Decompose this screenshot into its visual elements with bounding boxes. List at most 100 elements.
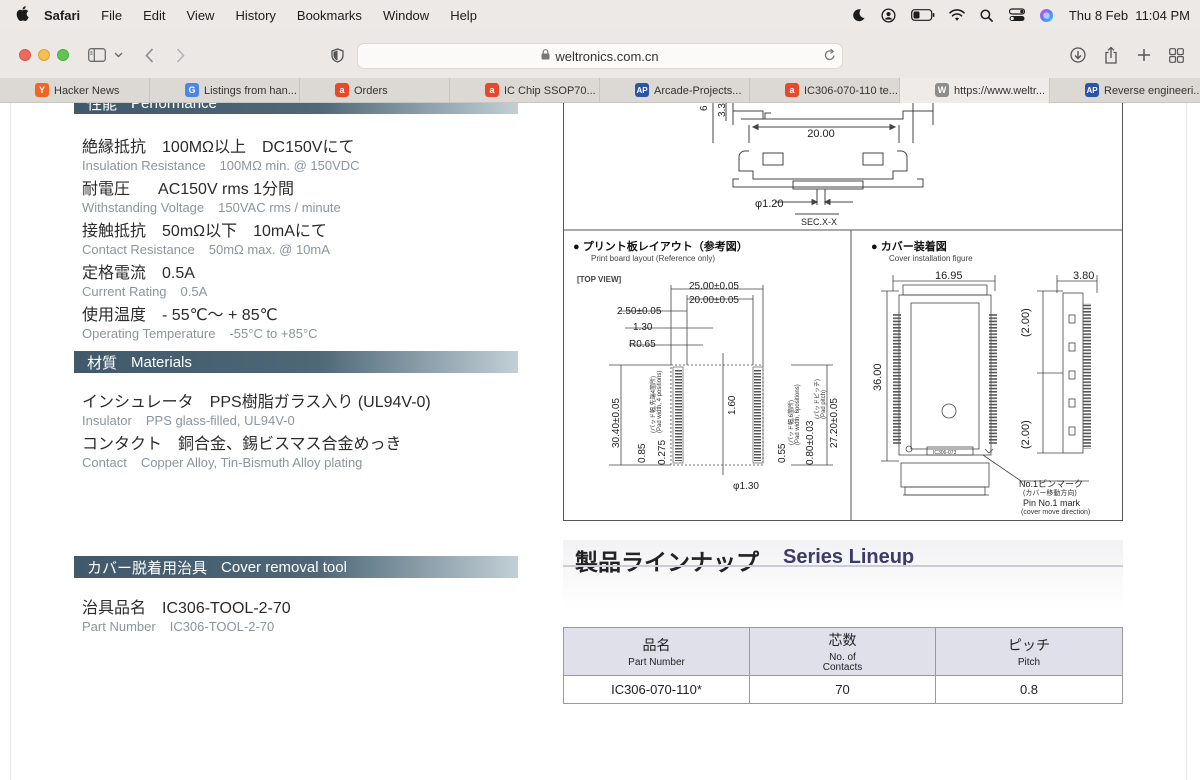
- aliexpress-favicon-icon: a: [335, 83, 349, 97]
- tab-label: Reverse engineeri...: [1104, 84, 1200, 97]
- spec-label-en: Contact: [82, 455, 127, 470]
- cell-part-number: IC306-070-110*: [563, 675, 750, 704]
- menu-edit[interactable]: Edit: [143, 8, 165, 23]
- cell-pitch: 0.8: [935, 675, 1123, 704]
- spec-label: コンタクト: [82, 436, 163, 453]
- cover-dim-width: 16.95: [935, 270, 963, 282]
- pcb-dim-hole: φ1.30: [733, 481, 759, 492]
- spec-label-en: Insulation Resistance: [82, 158, 206, 173]
- pcb-dim-r0-65: R0.65: [629, 339, 656, 350]
- spec-value-en: Copper Alloy, Tin-Bismuth Alloy plating: [140, 455, 363, 470]
- search-icon[interactable]: [979, 7, 995, 23]
- series-lineup-header: 製品ラインナップ Series Lineup: [563, 540, 1123, 610]
- materials-header: 材質 Materials: [74, 351, 518, 373]
- section-view: [712, 103, 934, 215]
- tab-weltronics[interactable]: W https://www.weltr...: [900, 78, 1050, 103]
- share-icon[interactable]: [1101, 42, 1121, 68]
- menu-view[interactable]: View: [187, 8, 215, 23]
- spec-value: AC150V rms 1分間: [158, 181, 295, 198]
- control-center-icon[interactable]: [1008, 7, 1025, 23]
- header-label-en: Part Number: [628, 656, 685, 668]
- pcb-pad-rows-right: [752, 366, 764, 464]
- page-right-margin: [1186, 103, 1200, 780]
- menubar-clock[interactable]: Thu 8 Feb 11:04 PM: [1069, 8, 1190, 23]
- zoom-window-button[interactable]: [57, 49, 69, 61]
- spec-label: 接触抵抗: [82, 223, 147, 240]
- tab-label: IC306-070-110 te...: [804, 84, 898, 97]
- hacker-news-favicon-icon: Y: [35, 83, 49, 97]
- materials-title-jp: 材質: [87, 354, 118, 372]
- tool-header: カバー脱着用治具 Cover removal tool: [74, 556, 518, 578]
- pcb-note-pad-width-6-en: (Pad width, 6positions): [795, 384, 801, 445]
- pcb-title-jp: ● プリント板レイアウト（参考図）: [573, 239, 748, 253]
- pcb-note-pad-width-4-jp: (パッド幅,先端4箇所): [649, 376, 657, 433]
- close-window-button[interactable]: [19, 49, 31, 61]
- section-dim-width: 20.00: [807, 128, 835, 140]
- moon-icon[interactable]: [851, 7, 867, 23]
- new-tab-icon[interactable]: [1134, 42, 1154, 68]
- menu-help[interactable]: Help: [450, 8, 477, 23]
- section-label: SEC.X-X: [801, 217, 837, 227]
- apple-menu-icon[interactable]: [0, 5, 44, 25]
- header-part-number: 品名 Part Number: [563, 627, 750, 676]
- tab-ic306[interactable]: a IC306-070-110 te...: [750, 78, 900, 103]
- arcade-projects-favicon-icon: AP: [635, 83, 649, 97]
- cover-title-en: Cover installation figure: [889, 254, 973, 263]
- table-header-row: 品名 Part Number 芯数 No. of Contacts ピッチ Pi…: [563, 627, 1123, 676]
- tab-orders[interactable]: a Orders: [300, 78, 450, 103]
- siri-icon[interactable]: [1039, 7, 1055, 23]
- cover-note-pin-mark-jp: No.1ピンマーク: [1019, 479, 1083, 489]
- cover-dim-height: 36.00: [872, 363, 884, 391]
- sidebar-toggle-icon[interactable]: [86, 42, 108, 68]
- menu-bookmarks[interactable]: Bookmarks: [297, 8, 362, 23]
- spec-label-en: Contact Resistance: [82, 242, 195, 257]
- pcb-dim-2-50: 2.50±0.05: [617, 306, 662, 317]
- tab-listings[interactable]: G Listings from han...: [150, 78, 300, 103]
- spec-value: - 55℃～ + 85℃: [162, 307, 278, 324]
- reload-icon[interactable]: [824, 48, 836, 64]
- battery-icon[interactable]: [910, 7, 935, 23]
- menu-history[interactable]: History: [235, 8, 275, 23]
- pcb-dim-0-55: 0.55: [777, 443, 788, 463]
- address-bar[interactable]: weltronics.com.cn: [357, 43, 843, 69]
- section-dim-side-a: 3.30: [717, 103, 728, 117]
- cover-dim-depth: 3.80: [1073, 270, 1094, 282]
- lock-icon: [541, 49, 550, 63]
- chevron-down-icon[interactable]: [112, 42, 124, 68]
- tab-reverse-engineering[interactable]: AP Reverse engineeri...: [1050, 78, 1200, 103]
- web-page[interactable]: 性能 Performance 絶縁抵抗 100MΩ以上 DC150Vにて Insu…: [0, 103, 1200, 780]
- back-button[interactable]: [141, 42, 157, 68]
- tab-ic-chip[interactable]: a IC Chip SSOP70...: [450, 78, 600, 103]
- tab-label: https://www.weltr...: [954, 84, 1046, 97]
- tab-overview-icon[interactable]: [1166, 42, 1186, 68]
- spec-value-en: -55°C to +85°C: [229, 326, 318, 341]
- downloads-icon[interactable]: [1068, 42, 1088, 68]
- series-divider: [563, 565, 1123, 567]
- menu-window[interactable]: Window: [383, 8, 429, 23]
- forward-button[interactable]: [172, 42, 188, 68]
- arcade-projects-favicon-icon: AP: [1085, 83, 1099, 97]
- minimize-window-button[interactable]: [38, 49, 50, 61]
- header-pitch: ピッチ Pitch: [935, 627, 1123, 676]
- spec-value: PPS樹脂ガラス入り (UL94V-0): [209, 394, 431, 411]
- tab-label: Arcade-Projects...: [654, 84, 742, 97]
- spec-label: 治具品名: [82, 600, 147, 617]
- menu-file[interactable]: File: [101, 8, 122, 23]
- wifi-icon[interactable]: [949, 7, 965, 23]
- tool-title-en: Cover removal tool: [221, 558, 347, 576]
- pcb-dim-0-80: 0.80±0.03: [805, 420, 816, 465]
- tab-arcade-projects[interactable]: AP Arcade-Projects...: [600, 78, 750, 103]
- spec-label-en: Insulator: [82, 413, 132, 428]
- spec-value-en: 0.5A: [180, 284, 208, 299]
- section-dim-side-b: 6: [699, 105, 710, 111]
- cell-contacts: 70: [749, 675, 936, 704]
- cover-dim-gap-bottom: (2.00): [1020, 420, 1032, 449]
- spec-insulator: インシュレータ PPS樹脂ガラス入り (UL94V-0) Insulator PPS…: [82, 388, 431, 428]
- privacy-shield-icon[interactable]: [328, 42, 346, 68]
- cover-note-pin-mark-en: Pin No.1 mark: [1023, 498, 1081, 508]
- spec-value-en: 50mΩ max. @ 10mA: [208, 242, 330, 257]
- menu-app-name[interactable]: Safari: [44, 8, 80, 23]
- user-icon[interactable]: [881, 7, 897, 23]
- spec-label: インシュレータ: [82, 394, 194, 411]
- tab-hacker-news[interactable]: Y Hacker News: [0, 78, 150, 103]
